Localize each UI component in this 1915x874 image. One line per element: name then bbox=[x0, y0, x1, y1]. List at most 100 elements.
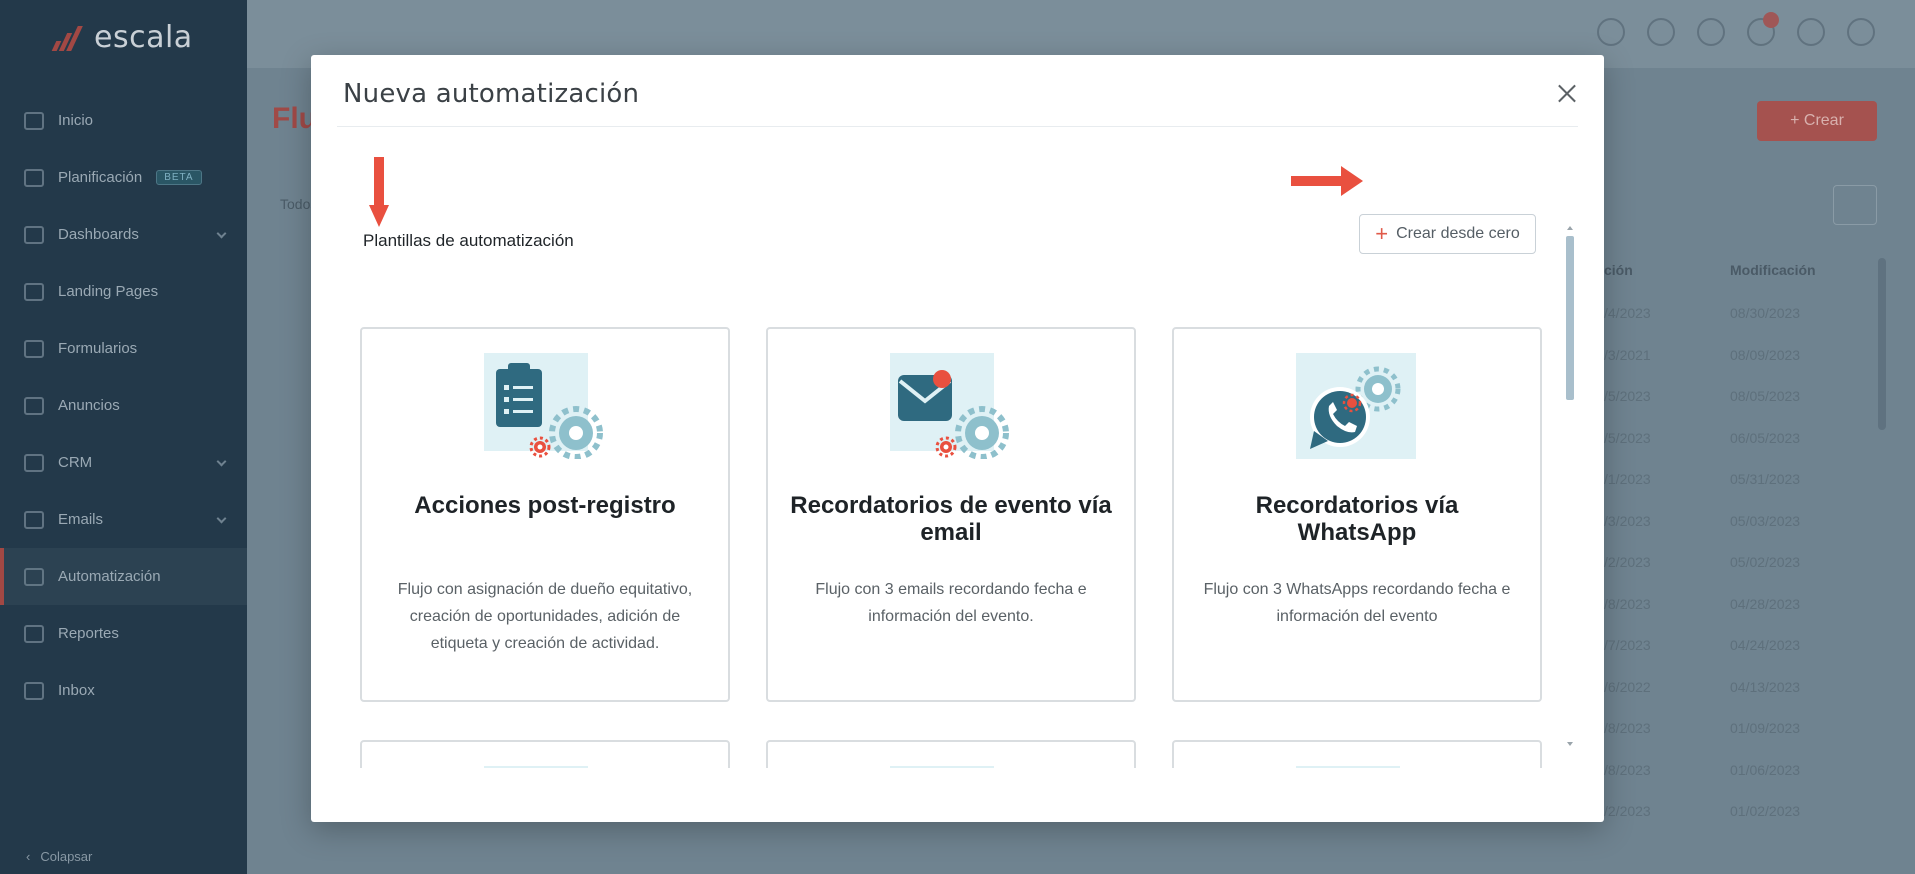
avatar[interactable] bbox=[1847, 18, 1875, 46]
template-description: Flujo con 3 emails recordando fecha e in… bbox=[815, 581, 1087, 625]
add-circle-icon[interactable] bbox=[1697, 18, 1725, 46]
reports-icon bbox=[24, 624, 44, 643]
refresh-button[interactable] bbox=[1833, 185, 1877, 225]
sidebar-item-planificacion[interactable]: Planificación BETA bbox=[0, 149, 247, 206]
modal-body: Plantillas de automatización + Crear des… bbox=[311, 128, 1604, 768]
table-cell-modification: 01/06/2023 bbox=[1730, 761, 1801, 778]
bell-icon[interactable] bbox=[1647, 18, 1675, 46]
logo-text: escala bbox=[94, 20, 193, 55]
table-cell-creation: /8/2023 bbox=[1604, 761, 1651, 778]
new-automation-modal: Nueva automatización Plantillas de autom… bbox=[311, 55, 1604, 822]
chevron-left-icon: ‹ bbox=[26, 849, 31, 864]
automation-icon bbox=[24, 567, 44, 586]
sidebar-item-landing-pages[interactable]: Landing Pages bbox=[0, 263, 247, 320]
template-description: Flujo con asignación de dueño equitativo… bbox=[397, 581, 693, 652]
lightbulb-person-icon bbox=[484, 766, 588, 768]
beta-badge: BETA bbox=[156, 170, 202, 185]
sidebar-item-anuncios[interactable]: Anuncios bbox=[0, 377, 247, 434]
chevron-down-icon bbox=[216, 513, 227, 524]
template-card-4[interactable] bbox=[360, 740, 730, 768]
table-cell-creation: /2/2023 bbox=[1604, 803, 1651, 819]
table-cell-modification: 08/09/2023 bbox=[1730, 346, 1801, 363]
table-cell-creation: /1/2023 bbox=[1604, 471, 1651, 487]
settings-icon[interactable] bbox=[1797, 18, 1825, 46]
table-cell-modification: 04/13/2023 bbox=[1730, 678, 1801, 695]
template-card-5[interactable] bbox=[766, 740, 1136, 768]
template-card-whatsapp-reminders[interactable]: Recordatorios vía WhatsApp Flujo con 3 W… bbox=[1172, 327, 1542, 702]
template-description: Flujo con 3 WhatsApps recordando fecha e… bbox=[1203, 581, 1511, 625]
phone-notification-icon bbox=[1296, 766, 1400, 768]
table-cell-modification: 05/02/2023 bbox=[1730, 554, 1801, 570]
notification-badge bbox=[1763, 12, 1779, 28]
home-icon bbox=[24, 111, 44, 130]
table-cell-creation: /2/2023 bbox=[1604, 554, 1651, 570]
scroll-down-icon[interactable] bbox=[1567, 742, 1573, 746]
modal-scrollbar[interactable] bbox=[1565, 226, 1575, 746]
table-cell-modification: 05/03/2023 bbox=[1730, 512, 1801, 529]
topbar-icons bbox=[1597, 12, 1875, 46]
arrow-down-icon bbox=[369, 157, 389, 227]
logo: escala bbox=[50, 20, 193, 55]
inbox-icon bbox=[24, 681, 44, 700]
collapse-button[interactable]: ‹ Colapsar bbox=[26, 849, 92, 864]
scrollbar-thumb[interactable] bbox=[1566, 236, 1574, 400]
scroll-up-icon[interactable] bbox=[1567, 226, 1573, 230]
table-cell-modification: 06/05/2023 bbox=[1730, 429, 1801, 446]
table-cell-creation: /6/2022 bbox=[1604, 678, 1651, 695]
form-icon bbox=[24, 339, 44, 358]
mail-icon bbox=[24, 510, 44, 529]
table-cell-creation: /7/2023 bbox=[1604, 637, 1651, 653]
sidebar-item-inbox[interactable]: Inbox bbox=[0, 662, 247, 719]
chevron-down-icon bbox=[216, 456, 227, 467]
table-cell-creation: /3/2023 bbox=[1604, 512, 1651, 529]
sidebar-nav: Inicio Planificación BETA Dashboards Land… bbox=[0, 92, 247, 719]
table-cell-modification: 04/24/2023 bbox=[1730, 637, 1801, 653]
email-download-icon bbox=[890, 766, 994, 768]
sidebar-item-dashboards[interactable]: Dashboards bbox=[0, 206, 247, 263]
clipboard-gear-icon bbox=[484, 353, 603, 459]
column-modification-values: 08/30/2023 08/09/2023 08/05/2023 06/05/2023… bbox=[1730, 293, 1800, 833]
table-cell-modification: 01/09/2023 bbox=[1730, 720, 1801, 736]
crm-icon bbox=[24, 453, 44, 472]
column-header-creation[interactable]: ción bbox=[1604, 262, 1633, 278]
arrow-right-icon bbox=[1291, 166, 1363, 196]
table-cell-creation: /5/2023 bbox=[1604, 388, 1651, 404]
table-cell-creation: /5/2023 bbox=[1604, 429, 1651, 446]
column-creation-values: /4/2023/3/2021/5/2023/5/2023/1/2023/3/20… bbox=[1604, 293, 1651, 833]
table-scrollbar[interactable] bbox=[1878, 258, 1886, 430]
template-card-email-reminders[interactable]: Recordatorios de evento vía email Flujo … bbox=[766, 327, 1136, 702]
table-cell-creation: /3/2021 bbox=[1604, 346, 1651, 363]
table-cell-creation: /8/2023 bbox=[1604, 595, 1651, 612]
filter-icon bbox=[24, 168, 44, 187]
template-title: Acciones post-registro bbox=[414, 492, 676, 519]
sidebar-item-reportes[interactable]: Reportes bbox=[0, 605, 247, 662]
plus-icon: + bbox=[1375, 221, 1389, 246]
table-cell-creation: /8/2023 bbox=[1604, 720, 1651, 736]
modal-header: Nueva automatización bbox=[337, 55, 1578, 127]
template-title: Recordatorios de evento vía email bbox=[790, 492, 1112, 546]
template-card-post-registro[interactable]: Acciones post-registro Flujo con asignac… bbox=[360, 327, 730, 702]
sidebar: escala Inicio Planificación BETA Dashboar… bbox=[0, 0, 247, 874]
create-from-scratch-button[interactable]: + Crear desde cero bbox=[1359, 214, 1536, 254]
sidebar-item-emails[interactable]: Emails bbox=[0, 491, 247, 548]
ads-icon bbox=[24, 396, 44, 415]
chevron-down-icon bbox=[216, 228, 227, 239]
column-header-modification[interactable]: Modificación bbox=[1730, 262, 1816, 278]
create-button[interactable]: + Crear bbox=[1757, 101, 1877, 141]
table-cell-creation: /4/2023 bbox=[1604, 305, 1651, 321]
chat-icon[interactable] bbox=[1597, 18, 1625, 46]
close-icon[interactable] bbox=[1558, 84, 1576, 102]
dashboard-icon bbox=[24, 225, 44, 244]
sidebar-item-formularios[interactable]: Formularios bbox=[0, 320, 247, 377]
whatsapp-gear-icon bbox=[1296, 353, 1416, 459]
logo-icon bbox=[50, 25, 88, 51]
table-cell-modification: 08/05/2023 bbox=[1730, 388, 1801, 404]
sidebar-item-inicio[interactable]: Inicio bbox=[0, 92, 247, 149]
sidebar-item-crm[interactable]: CRM bbox=[0, 434, 247, 491]
table-cell-modification: 01/02/2023 bbox=[1730, 803, 1801, 819]
cloud-notification-icon[interactable] bbox=[1747, 12, 1779, 46]
template-card-6[interactable] bbox=[1172, 740, 1542, 768]
section-title: Plantillas de automatización bbox=[363, 231, 574, 250]
sidebar-item-automatizacion[interactable]: Automatización bbox=[0, 548, 247, 605]
table-cell-modification: 04/28/2023 bbox=[1730, 595, 1801, 612]
